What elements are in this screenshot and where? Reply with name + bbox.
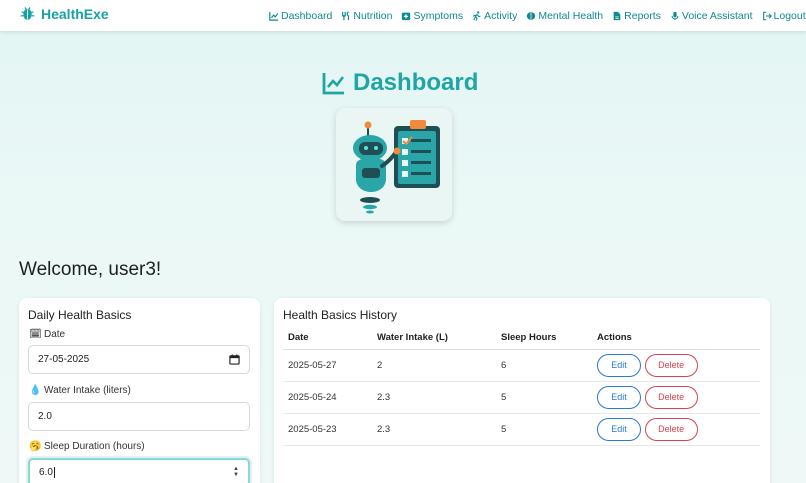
sleep-label: 🥱 Sleep Duration (hours): [29, 441, 145, 452]
column-header-actions: Actions: [592, 326, 760, 350]
table-row: 2025-05-27 2 6 Edit Delete: [283, 349, 760, 382]
date-value: 27-05-2025: [38, 354, 90, 365]
sleep-value: 6.0: [39, 467, 53, 478]
nav-label: Activity: [484, 9, 518, 22]
cell-date: 2025-05-27: [283, 349, 372, 382]
notes-medical-icon: [402, 12, 411, 20]
history-table: Date Water Intake (L) Sleep Hours Action…: [283, 326, 760, 446]
cell-date: 2025-05-23: [283, 413, 372, 446]
nav-links: Dashboard Nutrition Symptoms Activity Me…: [269, 0, 806, 31]
nav-voice-assistant[interactable]: Voice Assistant: [670, 10, 753, 22]
nav-dashboard[interactable]: Dashboard: [269, 10, 332, 22]
nav-symptoms[interactable]: Symptoms: [401, 10, 463, 22]
robot-clipboard-illustration: [353, 120, 440, 214]
sleep-face-icon: 🥱: [29, 441, 42, 452]
running-icon: [472, 10, 481, 21]
page-title-text: Dashboard: [353, 69, 479, 96]
brand-name: HealthExe: [41, 5, 109, 22]
water-label-text: Water Intake (liters): [44, 385, 131, 396]
health-history-card: Health Basics History Date Water Intake …: [274, 298, 770, 483]
column-header-sleep: Sleep Hours: [496, 326, 592, 350]
nav-mental-health[interactable]: Mental Health: [526, 10, 603, 22]
table-row: 2025-05-23 2.3 5 Edit Delete: [283, 413, 760, 446]
file-icon: [613, 11, 621, 20]
navbar: HealthExe Dashboard Nutrition Symptoms A…: [0, 0, 806, 31]
nav-label: Mental Health: [538, 9, 604, 22]
table-row: 2025-05-24 2.3 5 Edit Delete: [283, 381, 760, 414]
nav-activity[interactable]: Activity: [472, 10, 517, 22]
nav-label: Nutrition: [353, 9, 393, 22]
brain-icon: [527, 11, 536, 20]
microphone-icon: [671, 11, 679, 20]
nav-label: Symptoms: [413, 9, 464, 22]
daily-health-form-card: Daily Health Basics 🗓 Date 27-05-2025 💧 …: [19, 298, 260, 483]
text-cursor: [53, 467, 55, 478]
sleep-duration-input[interactable]: 6.0 ▲ ▼: [28, 458, 250, 483]
edit-button[interactable]: Edit: [597, 353, 641, 377]
history-title: Health Basics History: [283, 308, 398, 322]
nav-label: Voice Assistant: [681, 9, 753, 22]
edit-button[interactable]: Edit: [597, 417, 641, 441]
water-label: 💧 Water Intake (liters): [29, 385, 131, 396]
edit-button[interactable]: Edit: [597, 385, 641, 409]
date-label-text: Date: [44, 329, 66, 340]
column-header-water: Water Intake (L): [372, 326, 496, 350]
table-header-row: Date Water Intake (L) Sleep Hours Action…: [283, 326, 760, 350]
cell-actions: Edit Delete: [592, 381, 760, 414]
date-label: 🗓 Date: [29, 329, 65, 340]
calendar-picker-icon[interactable]: [229, 354, 240, 365]
page-title: Dashboard: [322, 69, 478, 97]
sign-out-icon: [762, 11, 772, 20]
cell-water: 2.3: [372, 413, 496, 446]
cell-sleep: 5: [496, 413, 592, 446]
column-header-date: Date: [283, 326, 372, 350]
chart-line-icon: [269, 11, 279, 21]
calendar-icon: 🗓: [29, 329, 42, 340]
number-spinner[interactable]: ▲ ▼: [233, 466, 239, 478]
chart-line-icon: [322, 73, 345, 95]
cell-actions: Edit Delete: [592, 349, 760, 382]
nav-label: Logout: [773, 9, 806, 22]
bug-icon: [20, 7, 35, 20]
water-value: 2.0: [38, 411, 52, 422]
cell-date: 2025-05-24: [283, 381, 372, 414]
utensils-icon: [342, 10, 350, 20]
delete-button[interactable]: Delete: [644, 385, 698, 409]
nav-reports[interactable]: Reports: [612, 10, 661, 22]
sleep-label-text: Sleep Duration (hours): [44, 441, 145, 452]
nav-logout[interactable]: Logout: [762, 10, 806, 22]
droplet-icon: 💧: [29, 385, 42, 396]
nav-label: Dashboard: [281, 9, 333, 22]
cell-water: 2.3: [372, 381, 496, 414]
welcome-heading: Welcome, user3!: [19, 259, 162, 280]
delete-button[interactable]: Delete: [644, 353, 698, 377]
cell-water: 2: [372, 349, 496, 382]
nav-label: Reports: [624, 9, 661, 22]
robot-illustration: [336, 108, 452, 221]
cell-sleep: 6: [496, 349, 592, 382]
delete-button[interactable]: Delete: [644, 417, 698, 441]
cell-sleep: 5: [496, 381, 592, 414]
water-intake-input[interactable]: 2.0: [28, 402, 250, 431]
cell-actions: Edit Delete: [592, 413, 760, 446]
nav-nutrition[interactable]: Nutrition: [341, 10, 392, 22]
form-title: Daily Health Basics: [28, 308, 132, 322]
brand-link[interactable]: HealthExe: [19, 5, 109, 22]
date-input[interactable]: 27-05-2025: [28, 345, 250, 374]
